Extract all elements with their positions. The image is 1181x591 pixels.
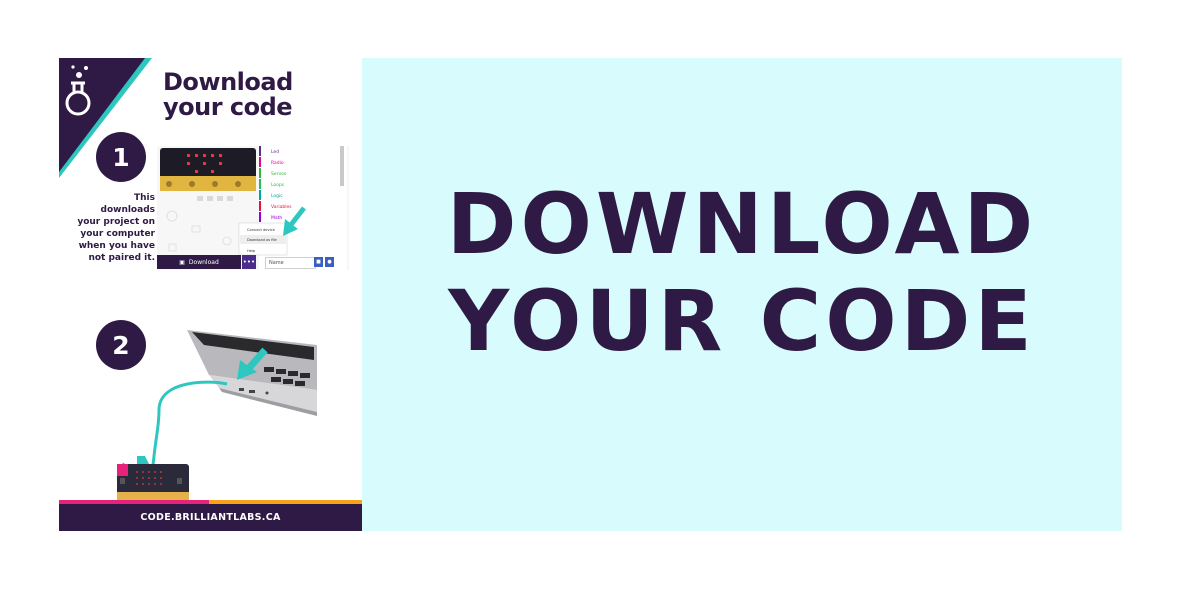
menu-download-as-file[interactable]: Download as file bbox=[247, 238, 277, 242]
instruction-card: Download your code 1 This downloads your… bbox=[59, 58, 362, 531]
headline-line2: YOUR CODE bbox=[448, 272, 1036, 370]
download-button-label: Download bbox=[188, 258, 219, 266]
footer-url: CODE.BRILLIANTLABS.CA bbox=[59, 504, 362, 531]
project-name-field[interactable]: Name bbox=[265, 257, 316, 269]
more-options-button[interactable]: ••• bbox=[242, 255, 256, 269]
menu-help[interactable]: Help bbox=[247, 249, 256, 253]
laptop-connection-illustration bbox=[118, 330, 317, 490]
category-led[interactable]: Led bbox=[271, 149, 279, 155]
menu-connect-device[interactable]: Connect device bbox=[247, 228, 276, 232]
category-variables[interactable]: Variables bbox=[271, 204, 292, 210]
download-file-icon: ▣ bbox=[179, 258, 185, 266]
category-servos[interactable]: Servos bbox=[271, 171, 287, 177]
title-panel: DOWNLOAD YOUR CODE bbox=[362, 58, 1122, 531]
card-title-line1: Download bbox=[163, 68, 293, 96]
category-radio[interactable]: Radio bbox=[271, 160, 284, 166]
card-title-line2: your code bbox=[163, 93, 293, 121]
github-icon[interactable]: ● bbox=[325, 257, 334, 267]
editor-screenshot: Led Radio Servos Loops Logic Variables M… bbox=[157, 146, 349, 270]
category-math[interactable]: Math bbox=[271, 215, 282, 221]
microbit-board bbox=[117, 456, 189, 500]
arrow-icon bbox=[137, 456, 149, 464]
step-1-badge: 1 bbox=[96, 132, 146, 182]
card-title: Download your code bbox=[163, 70, 353, 120]
more-menu: Connect device Download as file Help bbox=[238, 222, 288, 256]
microbit-simulator bbox=[160, 148, 256, 191]
save-icon[interactable]: ■ bbox=[314, 257, 323, 267]
category-loops[interactable]: Loops bbox=[271, 182, 285, 188]
bubble-icon bbox=[76, 72, 82, 78]
headline-line1: DOWNLOAD bbox=[446, 175, 1038, 273]
headline: DOWNLOAD YOUR CODE bbox=[362, 176, 1122, 370]
download-button[interactable]: ▣ Download bbox=[157, 255, 241, 269]
category-logic[interactable]: Logic bbox=[271, 193, 283, 199]
step-1-description: This downloads your project on your comp… bbox=[77, 193, 155, 263]
